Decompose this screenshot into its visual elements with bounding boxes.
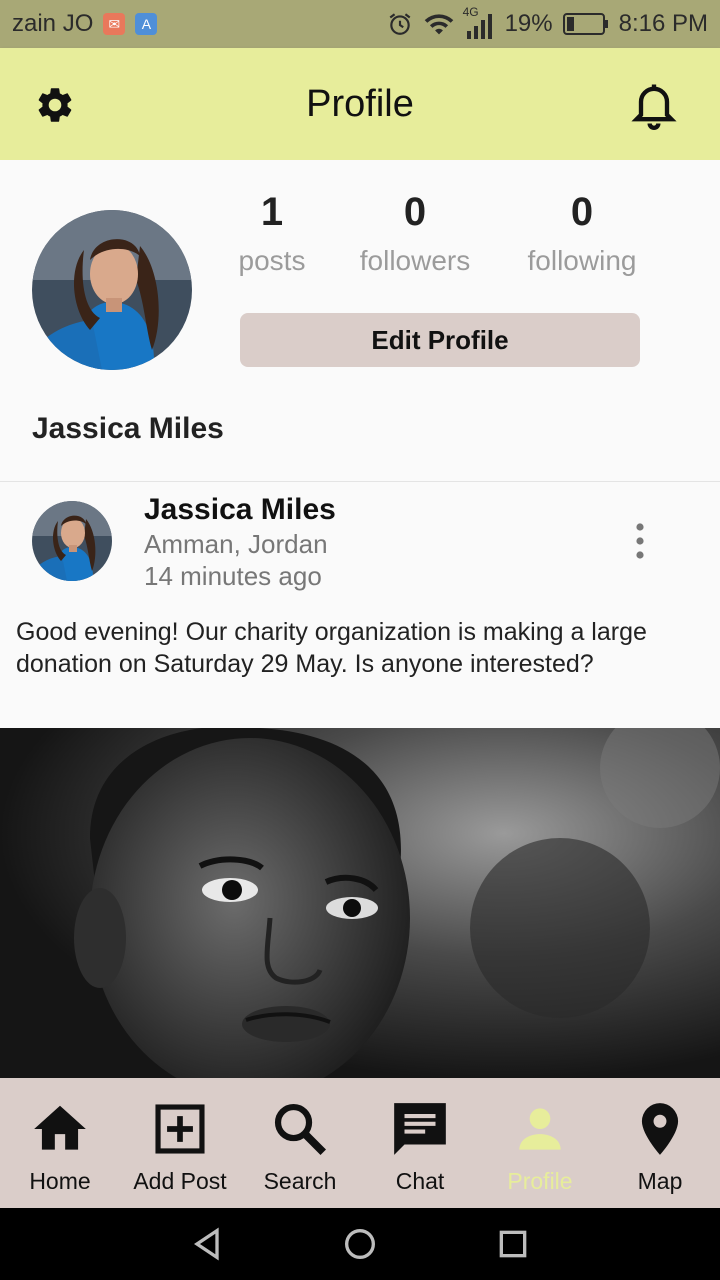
post-timestamp: 14 minutes ago (144, 561, 322, 591)
back-icon[interactable] (187, 1224, 227, 1264)
more-options-icon[interactable] (632, 523, 648, 559)
person-icon (519, 1108, 561, 1150)
page-title: Profile (306, 82, 414, 125)
avatar-image (32, 501, 112, 581)
system-navigation-bar (0, 1208, 720, 1280)
profile-name: Jassica Miles (32, 412, 224, 445)
post-location: Amman, Jordan (144, 529, 328, 559)
app-bar: Profile (0, 48, 720, 160)
stat-followers[interactable]: 0 followers (348, 190, 482, 277)
post-body: Good evening! Our charity organization i… (16, 618, 647, 678)
nav-search-label: Search (263, 1168, 337, 1194)
nav-profile-label: Profile (507, 1168, 573, 1194)
alarm-icon (389, 13, 410, 35)
nav-map[interactable]: Map (600, 1078, 720, 1208)
nav-map-label: Map (637, 1168, 683, 1194)
following-label: following (527, 245, 637, 276)
home-icon (34, 1105, 86, 1150)
avatar-image (32, 210, 192, 370)
post-author-avatar[interactable] (32, 501, 112, 581)
status-bar: zain JO ✉ A 4G 19% 8:16 PM (0, 0, 720, 48)
carrier-name: zain JO (12, 10, 94, 37)
bottom-navigation: Home Add Post Search Chat Profile Map (0, 1078, 720, 1208)
nav-add-post[interactable]: Add Post (120, 1078, 240, 1208)
nav-home-label: Home (29, 1168, 91, 1194)
child-portrait-image (0, 728, 720, 1080)
search-icon (274, 1103, 326, 1155)
post-image[interactable] (0, 728, 720, 1080)
signal-indicator: 4G (463, 5, 495, 39)
nav-add-post-label: Add Post (133, 1168, 227, 1194)
nav-chat-label: Chat (395, 1168, 445, 1194)
nav-search[interactable]: Search (240, 1078, 360, 1208)
nav-home[interactable]: Home (0, 1078, 120, 1208)
clock: 8:16 PM (618, 10, 708, 37)
app-store-icon: A (135, 13, 158, 35)
bell-icon[interactable] (628, 78, 680, 130)
stat-following[interactable]: 0 following (516, 190, 648, 277)
gear-icon[interactable] (34, 84, 76, 126)
home-circle-icon[interactable] (340, 1224, 380, 1264)
post-author-name[interactable]: Jassica Miles (144, 493, 336, 527)
edit-profile-button[interactable]: Edit Profile (240, 313, 640, 367)
nav-chat[interactable]: Chat (360, 1078, 480, 1208)
posts-count: 1 (260, 190, 284, 234)
followers-label: followers (359, 245, 471, 276)
post-header: Jassica Miles Amman, Jordan 14 minutes a… (0, 483, 720, 603)
nav-profile[interactable]: Profile (480, 1078, 600, 1208)
followers-count: 0 (403, 190, 427, 234)
stat-posts[interactable]: 1 posts (230, 190, 314, 277)
posts-label: posts (238, 245, 306, 276)
wifi-icon (424, 14, 453, 35)
map-pin-icon (641, 1103, 679, 1155)
chat-icon (394, 1103, 446, 1155)
profile-header: 1 posts 0 followers 0 following Edit Pro… (0, 160, 720, 482)
recents-icon[interactable] (493, 1224, 533, 1264)
profile-avatar[interactable] (32, 210, 192, 370)
battery-icon (562, 13, 608, 35)
mail-app-icon: ✉ (103, 13, 126, 35)
add-box-icon (155, 1104, 205, 1154)
following-count: 0 (570, 190, 594, 234)
battery-percent: 19% (504, 10, 553, 37)
network-type: 4G (462, 5, 479, 19)
